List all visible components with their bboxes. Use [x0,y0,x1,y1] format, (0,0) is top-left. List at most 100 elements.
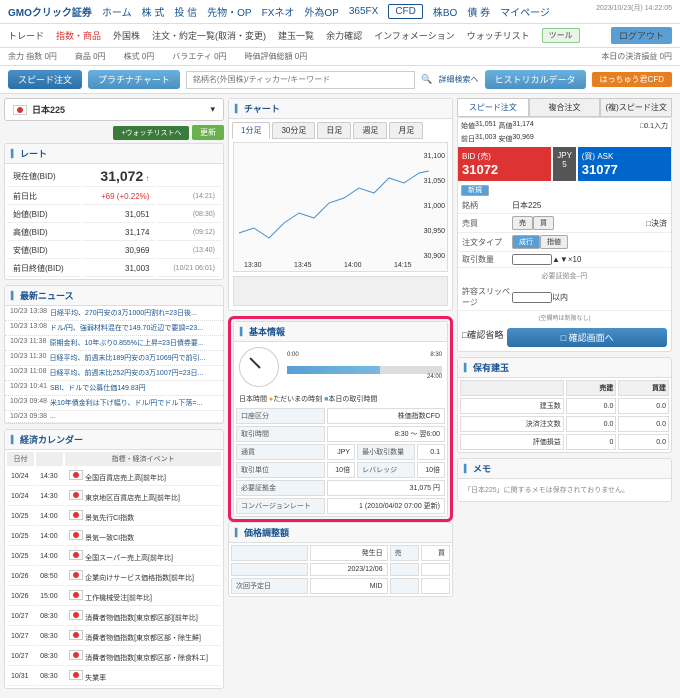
nav-365fx[interactable]: 365FX [349,6,378,17]
symbol-name: 日本225 [32,103,65,116]
sell-button[interactable]: 売 [512,216,533,230]
subnav-watch[interactable]: ウォッチリスト [467,29,530,42]
qty-input[interactable] [512,254,552,265]
slippage-input[interactable] [512,292,552,303]
subnav-orders[interactable]: 注文・約定一覧(取消・変更) [152,29,266,42]
chart-tab-30min[interactable]: 30分足 [272,122,315,139]
price-adjust-panel: 価格調整額 発生日売買 2023/12/06 次回予定日MID [228,522,453,597]
chart-panel: チャート 1分足 30分足 日足 週足 月足 31,100 31,050 31,… [228,98,453,311]
basic-info-title: 基本情報 [234,322,447,342]
nav-bo[interactable]: 株BO [433,4,457,19]
news-item[interactable]: 10/23 13:08ドル/円、強弱材料混在で149.70近辺で要調=23... [5,321,223,336]
chart-tab-day[interactable]: 日足 [317,122,351,139]
status-item: 本日の決済損益 0円 [601,51,672,62]
news-item[interactable]: 10/23 10:41SBI、ドルで公募仕価149.83円 [5,381,223,396]
calendar-row[interactable]: 10/2514:00 景気一致CI指数 [7,528,221,546]
japan-flag-icon [13,105,27,115]
news-item[interactable]: 10/23 09:48米10年債金利は下げ幅り、ドル/円でドル下落=... [5,396,223,411]
new-order-tab[interactable]: 新規 [461,185,489,196]
chart-area[interactable]: 31,100 31,050 31,000 30,950 30,900 13:30… [233,142,448,272]
subnav-positions[interactable]: 建玉一覧 [278,29,314,42]
logout-button[interactable]: ログアウト [611,27,672,44]
hatchu-button[interactable]: はっちゅう君CFD [592,72,672,87]
status-item: バラエティ 0円 [172,51,226,62]
timestamp: 2023/10/23(月) 14:22:05 [596,3,672,13]
chart-title: チャート [229,99,452,119]
buy-button[interactable]: 買 [533,216,554,230]
status-item: 株式 0円 [124,51,155,62]
rate-title: レート [5,144,223,164]
clock-icon [239,347,279,387]
nav-mypage[interactable]: マイページ [500,4,550,19]
search-icon[interactable]: 🔍 [421,74,432,85]
skip-confirm-checkbox[interactable]: □確認省略 [462,328,503,347]
nav-cfd[interactable]: CFD [388,4,423,19]
status-item: 余力 指数 0円 [8,51,57,62]
chevron-down-icon: ▾ [210,104,215,115]
calendar-row[interactable]: 10/2708:30 消費者物価指数[東京都区部][前年比] [7,608,221,626]
subnav-foreign[interactable]: 外国株 [113,29,140,42]
news-item[interactable]: 10/23 11:38原期金利、10年ぶり0.855%に上昇=23日債券要... [5,336,223,351]
news-title: 最新ニュース [5,286,223,306]
status-item: 商品 0円 [75,51,106,62]
add-watchlist-button[interactable]: +ウォッチリストへ [113,126,189,140]
zero-input-checkbox[interactable]: □0.1入力 [640,121,668,131]
calendar-row[interactable]: 10/2414:30 東京地区百貨店売上高[前年比] [7,488,221,506]
nav-home[interactable]: ホーム [102,4,132,19]
calendar-row[interactable]: 10/2414:30 全国百貨店売上高[前年比] [7,468,221,486]
calendar-row[interactable]: 10/2708:30 消費者物価指数[東京都区部・除食料エ] [7,648,221,666]
calendar-row[interactable]: 10/2514:00 全国スーパー売上高[前年比] [7,548,221,566]
news-item[interactable]: 10/23 09:38... [5,411,223,423]
tab-speed2[interactable]: (複)スピード注文 [600,98,672,117]
calendar-title: 経済カレンダー [5,430,223,450]
toolbar: スピード注文 プラチナチャート 🔍 詳細検索へ ヒストリカルデータ はっちゅう君… [0,66,680,94]
nav-futures[interactable]: 先物・OP [207,4,251,19]
calendar-row[interactable]: 10/2514:00 景気先行CI指数 [7,508,221,526]
news-item[interactable]: 10/23 13:38日経平均、270円安の3万1000円割れ=23日後... [5,306,223,321]
historical-button[interactable]: ヒストリカルデータ [485,70,586,89]
nav-fxneo[interactable]: FXネオ [262,4,295,19]
chart-tab-month[interactable]: 月足 [389,122,423,139]
detail-search-link[interactable]: 詳細検索へ [439,74,479,85]
tab-complex[interactable]: 複合注文 [529,98,601,117]
search-input[interactable] [186,71,415,89]
subnav-info[interactable]: インフォメーション [374,29,455,42]
positions-title: 保有建玉 [458,358,671,378]
ask-button[interactable]: (買) ASK31077 [578,147,671,181]
confirm-button[interactable]: □ 確認画面へ [507,328,667,347]
sub-nav: トレード 指数・商品 外国株 注文・約定一覧(取消・変更) 建玉一覧 余力確認 … [0,24,680,48]
news-item[interactable]: 10/23 11:08日経平均、前週末比252円安の3万1007円=23日... [5,366,223,381]
bid-button[interactable]: BID (売)31072 [458,147,551,181]
news-item[interactable]: 10/23 11:30日経平均、前週末比189円安の3万1069円で前引... [5,351,223,366]
basic-info-highlight: 基本情報 0:008:30 24:00 日本時間 ●ただいまの時刻 ■本日の取引… [228,316,453,522]
nav-bond[interactable]: 債 券 [467,4,490,19]
tab-speed[interactable]: スピード注文 [457,98,529,117]
price-adjust-title: 価格調整額 [229,523,452,543]
subnav-margin[interactable]: 余力確認 [326,29,362,42]
positions-panel: 保有建玉 売建買建 建玉数0.00.0 決済注文数0.00.0 評価損益00.0 [457,357,672,453]
chart-tab-1min[interactable]: 1分足 [232,122,270,139]
status-bar: 余力 指数 0円 商品 0円 株式 0円 バラエティ 0円 時価評価総額 0円 … [0,48,680,66]
chart-mini[interactable] [233,276,448,306]
spread: JPY 5 [553,147,576,181]
nav-gaitame[interactable]: 外為OP [304,4,338,19]
settle-checkbox[interactable]: □決済 [646,218,667,229]
limit-button[interactable]: 指値 [540,235,568,249]
calendar-row[interactable]: 10/2615:00 工作機械受注[前年比] [7,588,221,606]
chart-tab-week[interactable]: 週足 [353,122,387,139]
market-button[interactable]: 成行 [512,235,540,249]
subnav-trade[interactable]: トレード [8,29,44,42]
platinum-chart-button[interactable]: プラチナチャート [88,70,180,89]
nav-stock[interactable]: 株 式 [142,4,165,19]
calendar-row[interactable]: 10/3108:30 失業率 [7,668,221,686]
logo: GMOクリック証券 [8,4,92,19]
symbol-dropdown[interactable]: 日本225 ▾ [4,98,224,121]
tool-button[interactable]: ツール [542,28,580,43]
update-button[interactable]: 更新 [192,125,224,140]
calendar-row[interactable]: 10/2608:50 企業向けサービス価格指数[前年比] [7,568,221,586]
calendar-row[interactable]: 10/2708:30 消費者物価指数[東京都区部・除生鮮] [7,628,221,646]
nav-fund[interactable]: 投 信 [174,4,197,19]
speed-order-button[interactable]: スピード注文 [8,70,82,89]
qty-stepper[interactable]: ▲▼ [552,255,568,264]
subnav-index[interactable]: 指数・商品 [56,29,101,42]
